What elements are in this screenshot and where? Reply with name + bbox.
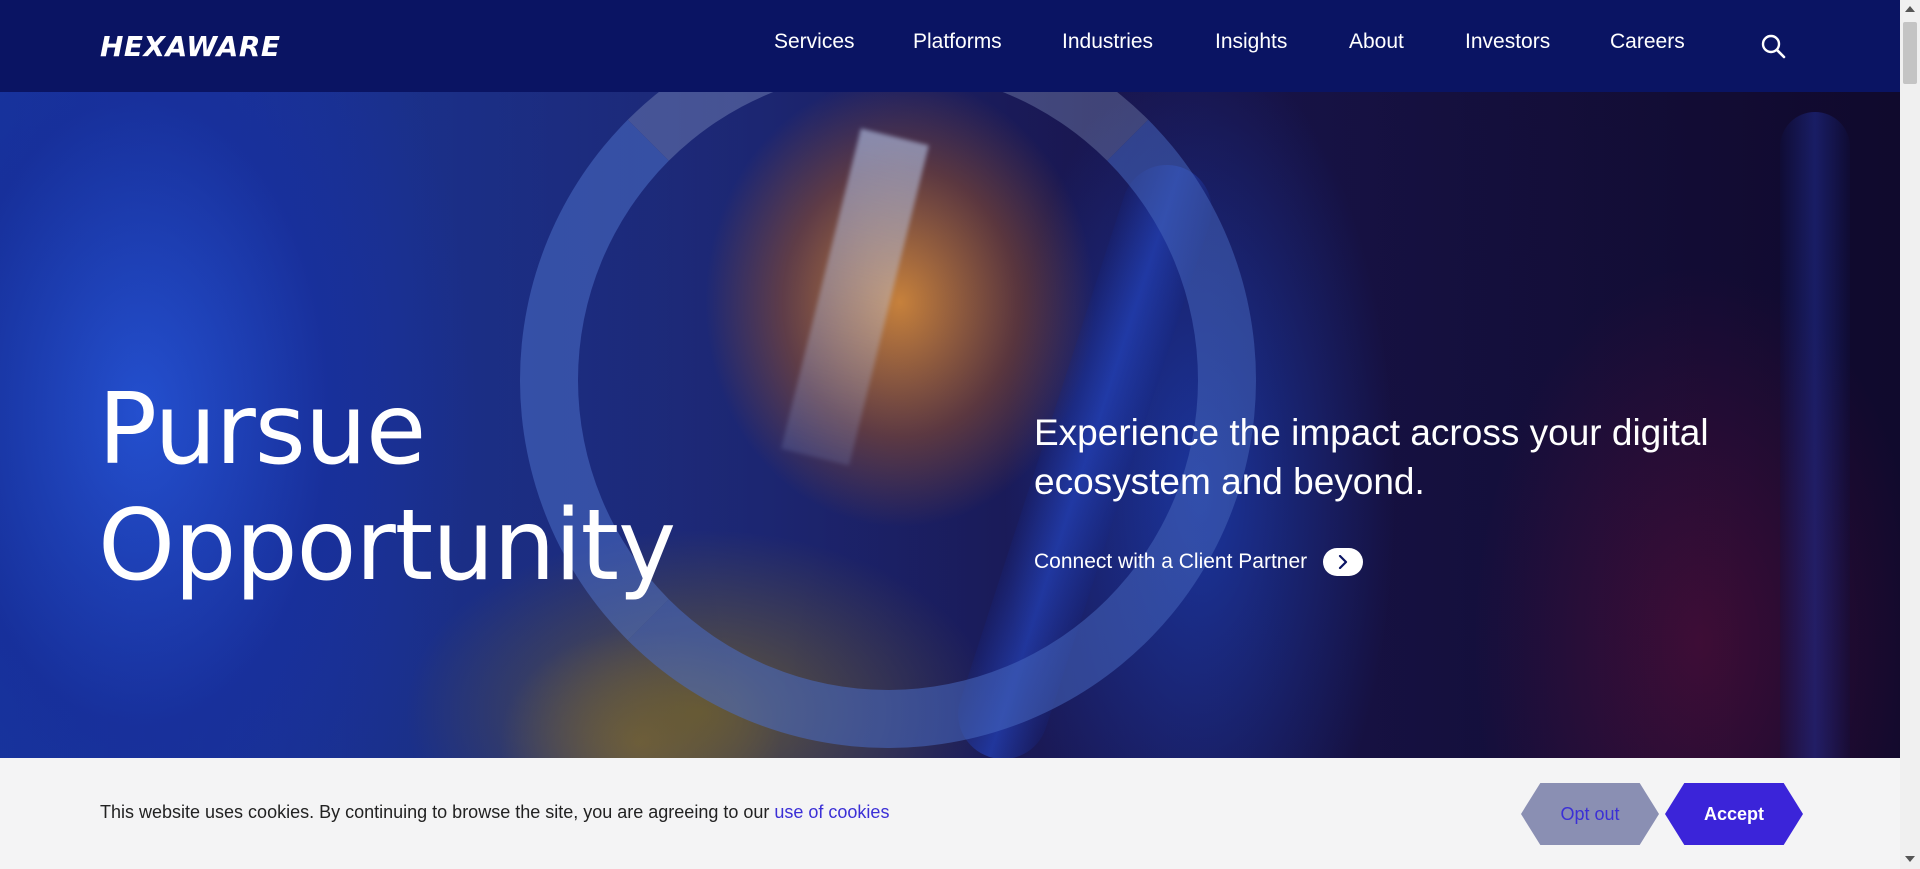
cookie-message: This website uses cookies. By continuing… bbox=[100, 802, 889, 823]
hero-title-line1: Pursue bbox=[98, 373, 426, 487]
cookie-banner: This website uses cookies. By continuing… bbox=[0, 758, 1900, 869]
accept-button[interactable]: Accept bbox=[1665, 783, 1803, 845]
hero-title: Pursue Opportunity bbox=[98, 372, 676, 604]
page-scrollbar[interactable] bbox=[1900, 0, 1920, 869]
nav-item-platforms[interactable]: Platforms bbox=[913, 30, 1002, 54]
search-icon[interactable] bbox=[1760, 33, 1786, 59]
hero-tagline: Experience the impact across your digita… bbox=[1034, 412, 1709, 502]
opt-out-button[interactable]: Opt out bbox=[1521, 783, 1659, 845]
use-of-cookies-link[interactable]: use of cookies bbox=[774, 802, 889, 822]
cta-label[interactable]: Connect with a Client Partner bbox=[1034, 550, 1307, 574]
nav-item-investors[interactable]: Investors bbox=[1465, 30, 1550, 54]
nav-item-about[interactable]: About bbox=[1349, 30, 1404, 54]
hero-banner: Pursue Opportunity Experience the impact… bbox=[0, 92, 1900, 758]
cookie-text: This website uses cookies. By continuing… bbox=[100, 802, 775, 822]
scroll-up-icon[interactable] bbox=[1905, 6, 1915, 12]
nav-item-insights[interactable]: Insights bbox=[1215, 30, 1287, 54]
nav-item-industries[interactable]: Industries bbox=[1062, 30, 1153, 54]
connect-client-partner-link[interactable]: Connect with a Client Partner bbox=[1034, 548, 1364, 576]
site-header: HEXAWARE Services Platforms Industries I… bbox=[0, 0, 1900, 92]
nav-item-careers[interactable]: Careers bbox=[1610, 30, 1685, 54]
scroll-down-icon[interactable] bbox=[1905, 856, 1915, 862]
chevron-right-icon[interactable] bbox=[1323, 548, 1364, 576]
scrollbar-thumb[interactable] bbox=[1903, 22, 1917, 84]
nav-item-services[interactable]: Services bbox=[774, 30, 855, 54]
hero-title-line2: Opportunity bbox=[98, 489, 676, 603]
hexaware-logo[interactable]: HEXAWARE bbox=[100, 30, 281, 63]
